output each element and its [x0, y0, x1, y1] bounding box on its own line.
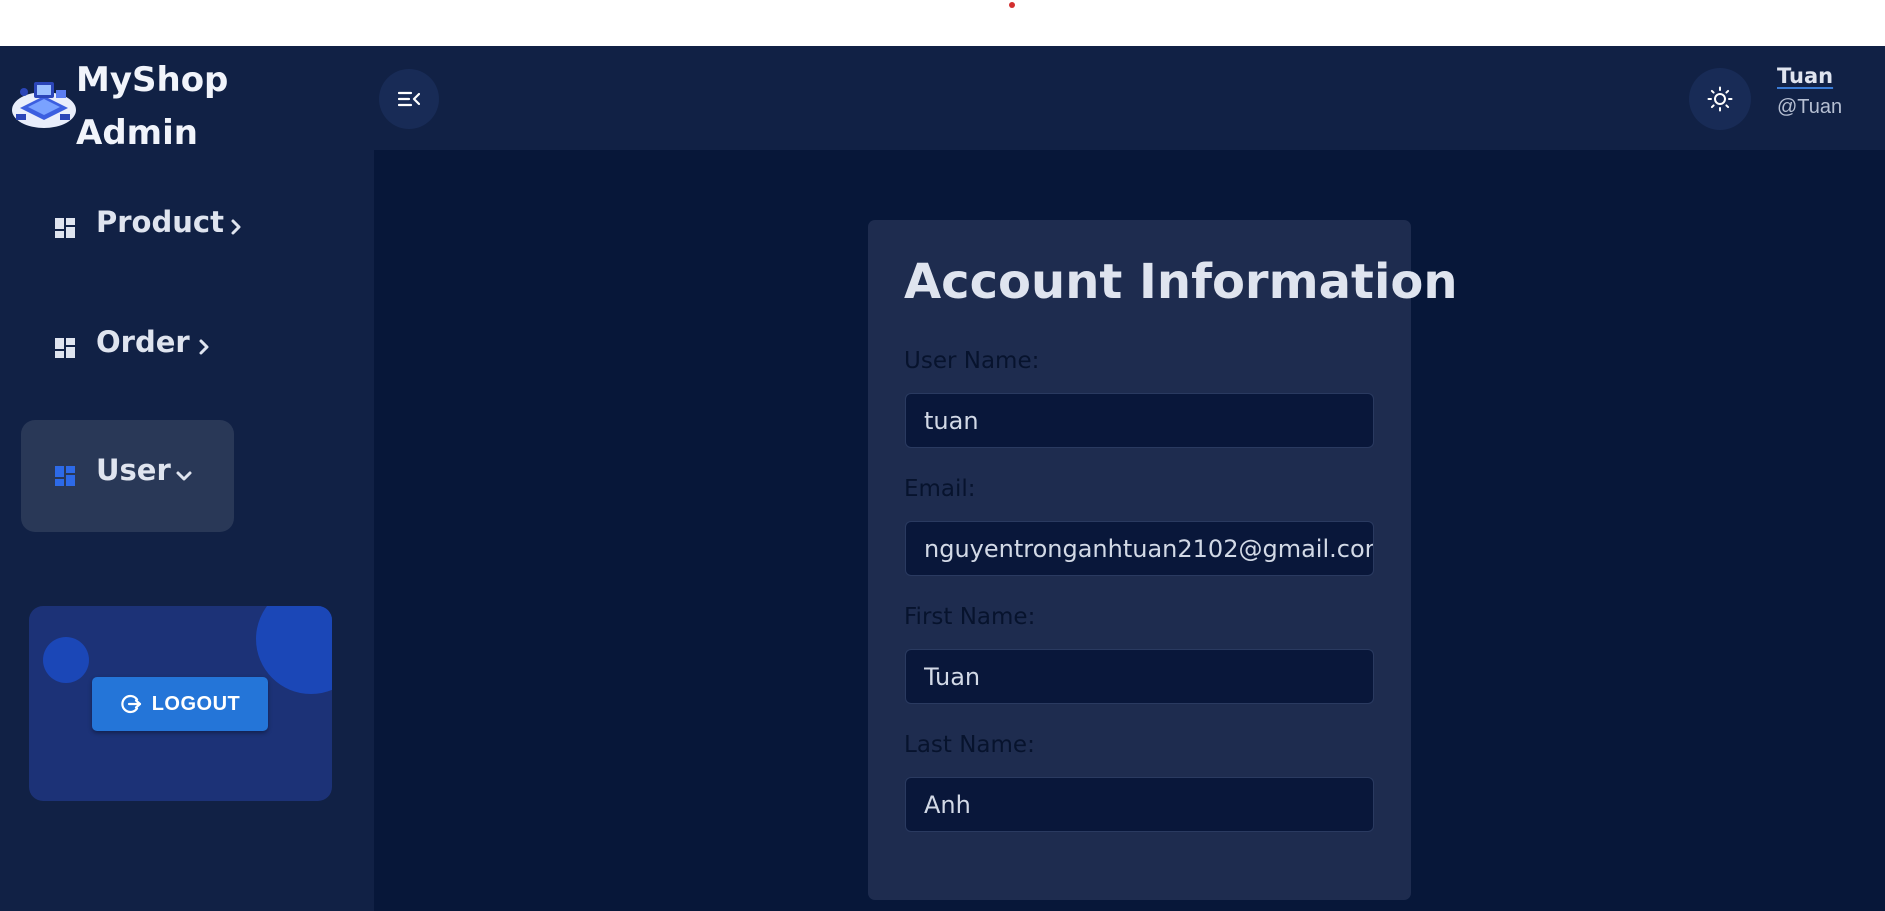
last-name-field[interactable] — [905, 777, 1374, 832]
decor-circle — [43, 637, 89, 683]
shop-illustration-icon — [12, 82, 76, 128]
email-label: Email: — [904, 476, 976, 502]
account-information-card: Account Information User Name: Email: Fi… — [868, 220, 1458, 900]
chevron-right-icon — [199, 339, 209, 355]
sidebar: MyShop Admin Product Order User LOGOUT — [0, 46, 374, 911]
email-field[interactable] — [905, 521, 1374, 576]
menu-toggle-button[interactable] — [379, 69, 439, 129]
dashboard-icon — [55, 218, 75, 238]
sun-icon — [1707, 86, 1733, 112]
chevron-right-icon — [231, 219, 241, 235]
sidebar-item-user[interactable]: User — [21, 420, 234, 532]
username-field[interactable] — [905, 393, 1374, 448]
logout-button[interactable]: LOGOUT — [92, 677, 268, 731]
menu-collapse-icon — [398, 91, 420, 107]
sidebar-item-product[interactable]: Product — [21, 170, 241, 282]
first-name-field[interactable] — [905, 649, 1374, 704]
chevron-down-icon — [176, 471, 192, 481]
brand-line-1: MyShop — [76, 60, 229, 100]
sidebar-item-order[interactable]: Order — [21, 290, 234, 402]
sidebar-item-label: Order — [96, 325, 190, 359]
brand-title: MyShop Admin — [76, 54, 228, 160]
dashboard-icon — [55, 466, 75, 486]
last-name-label: Last Name: — [904, 732, 1035, 758]
user-name-link[interactable]: Tuan — [1777, 64, 1833, 88]
sidebar-item-label: User — [96, 453, 171, 487]
first-name-label: First Name: — [904, 604, 1036, 630]
user-handle: @Tuan — [1777, 96, 1843, 118]
app-shell: MyShop Admin Product Order User LOGOUT T… — [0, 46, 1885, 911]
brand[interactable]: MyShop Admin — [8, 52, 308, 153]
username-label: User Name: — [904, 348, 1040, 374]
sidebar-item-label: Product — [96, 205, 224, 239]
dashboard-icon — [55, 338, 75, 358]
page-title: Account Information — [904, 254, 1458, 310]
brand-line-2: Admin — [76, 113, 198, 153]
recording-dot — [1009, 2, 1015, 8]
topbar: Tuan @Tuan — [374, 46, 1885, 150]
logout-icon — [121, 694, 141, 714]
logout-card: LOGOUT — [29, 606, 332, 801]
theme-toggle-button[interactable] — [1689, 68, 1751, 130]
browser-strip — [0, 0, 1885, 46]
logout-label: LOGOUT — [151, 692, 241, 715]
